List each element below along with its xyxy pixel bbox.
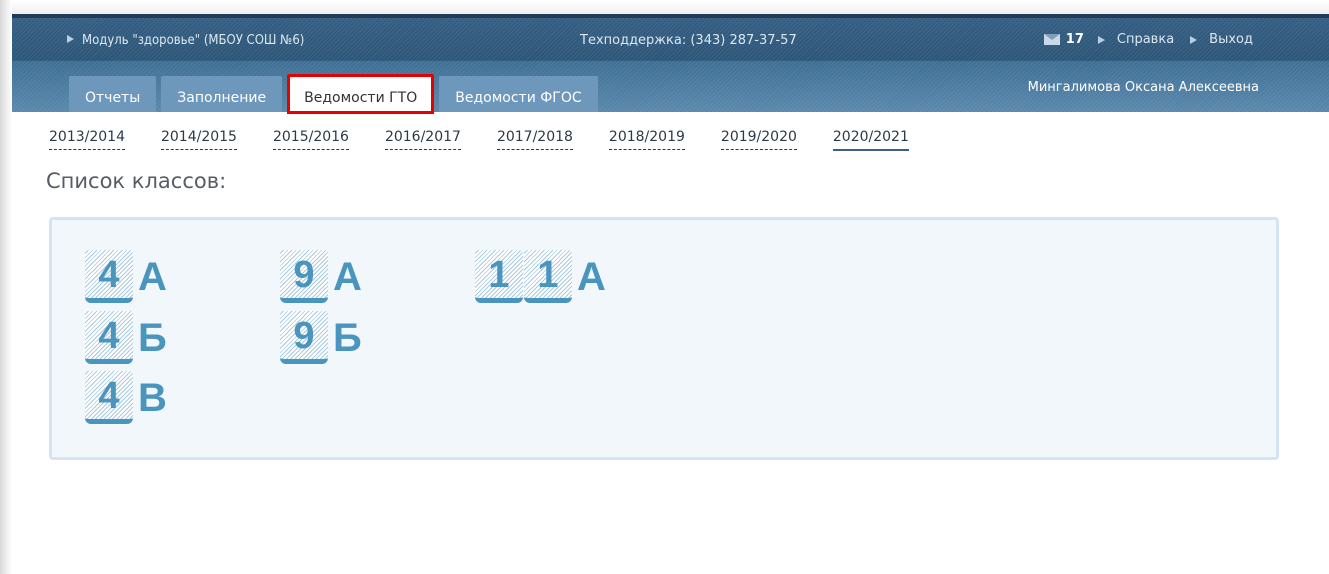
class-link[interactable]: 9 Б xyxy=(280,311,362,364)
app: Модуль "здоровье" (МБОУ СОШ №6) Техподде… xyxy=(12,14,1329,574)
module-link[interactable]: Модуль "здоровье" (МБОУ СОШ №6) xyxy=(67,33,304,48)
class-digit: 4 xyxy=(98,315,120,357)
class-link[interactable]: 1 1 А xyxy=(475,250,606,303)
class-link[interactable]: 4 А xyxy=(85,250,167,303)
tab-filling[interactable]: Заполнение xyxy=(161,76,283,112)
class-letter: А xyxy=(333,255,362,299)
mail-icon[interactable] xyxy=(1043,34,1060,45)
window-top-edge xyxy=(0,0,1329,14)
class-digit: 4 xyxy=(98,375,120,417)
class-digit: 9 xyxy=(293,254,315,296)
classes-panel: 4 А 4 Б 4 В 9 А 9 Б 1 1 А xyxy=(49,217,1279,460)
class-digit: 4 xyxy=(98,254,120,296)
logout-link[interactable]: Выход xyxy=(1209,32,1253,47)
class-number-badge: 4 xyxy=(85,371,133,424)
class-number-badge: 1 xyxy=(524,250,572,303)
classes-title: Список классов: xyxy=(46,169,227,193)
class-letter: Б xyxy=(333,316,362,360)
class-digit: 9 xyxy=(293,315,315,357)
year-link-active[interactable]: 2020/2021 xyxy=(832,129,909,151)
tab-label: Ведомости ФГОС xyxy=(455,90,582,106)
year-link[interactable]: 2018/2019 xyxy=(608,129,685,150)
support-phone: Техподдержка: (343) 287-37-57 xyxy=(580,33,797,48)
main-tabs: Отчеты Заполнение Ведомости ГТО Ведомост… xyxy=(69,74,603,114)
year-link[interactable]: 2013/2014 xyxy=(49,129,125,150)
year-link[interactable]: 2019/2020 xyxy=(720,129,797,150)
class-number-badge: 9 xyxy=(280,250,328,303)
class-link[interactable]: 4 В xyxy=(85,371,167,424)
window-left-edge xyxy=(0,0,12,574)
header-bar: Модуль "здоровье" (МБОУ СОШ №6) Техподде… xyxy=(12,14,1329,114)
year-link[interactable]: 2016/2017 xyxy=(384,129,461,150)
mail-count[interactable]: 17 xyxy=(1066,32,1084,47)
module-label: Модуль "здоровье" (МБОУ СОШ №6) xyxy=(82,33,305,48)
tab-reports[interactable]: Отчеты xyxy=(69,76,157,112)
tab-gto-sheets[interactable]: Ведомости ГТО xyxy=(287,74,435,114)
header-top-row: Модуль "здоровье" (МБОУ СОШ №6) Техподде… xyxy=(12,18,1329,62)
arrow-right-icon xyxy=(1190,35,1198,44)
class-number-badge: 4 xyxy=(85,250,133,303)
help-link[interactable]: Справка xyxy=(1117,32,1174,47)
tab-label: Заполнение xyxy=(177,90,267,106)
class-letter: А xyxy=(138,255,167,299)
arrow-right-icon xyxy=(67,35,74,43)
class-letter: В xyxy=(138,376,167,420)
user-name: Мингалимова Оксана Алексеевна xyxy=(1027,80,1259,95)
class-number-badge: 9 xyxy=(280,311,328,364)
class-letter: Б xyxy=(138,316,167,360)
tab-label: Ведомости ГТО xyxy=(304,90,418,106)
tab-label: Отчеты xyxy=(85,90,141,106)
year-link[interactable]: 2014/2015 xyxy=(160,129,237,150)
class-link[interactable]: 4 Б xyxy=(85,311,167,364)
class-letter: А xyxy=(577,255,606,299)
class-digit: 1 xyxy=(488,254,510,296)
year-selector: 2013/2014 2014/2015 2015/2016 2016/2017 … xyxy=(49,129,945,151)
year-link[interactable]: 2017/2018 xyxy=(496,129,573,150)
class-number-badge: 1 xyxy=(475,250,523,303)
class-digit: 1 xyxy=(537,254,559,296)
class-link[interactable]: 9 А xyxy=(280,250,362,303)
header-links: 17 Справка Выход xyxy=(1043,32,1269,47)
class-number-badge: 4 xyxy=(85,311,133,364)
tab-fgos-sheets[interactable]: Ведомости ФГОС xyxy=(439,76,598,112)
arrow-right-icon xyxy=(1097,35,1105,44)
year-link[interactable]: 2015/2016 xyxy=(272,129,349,150)
